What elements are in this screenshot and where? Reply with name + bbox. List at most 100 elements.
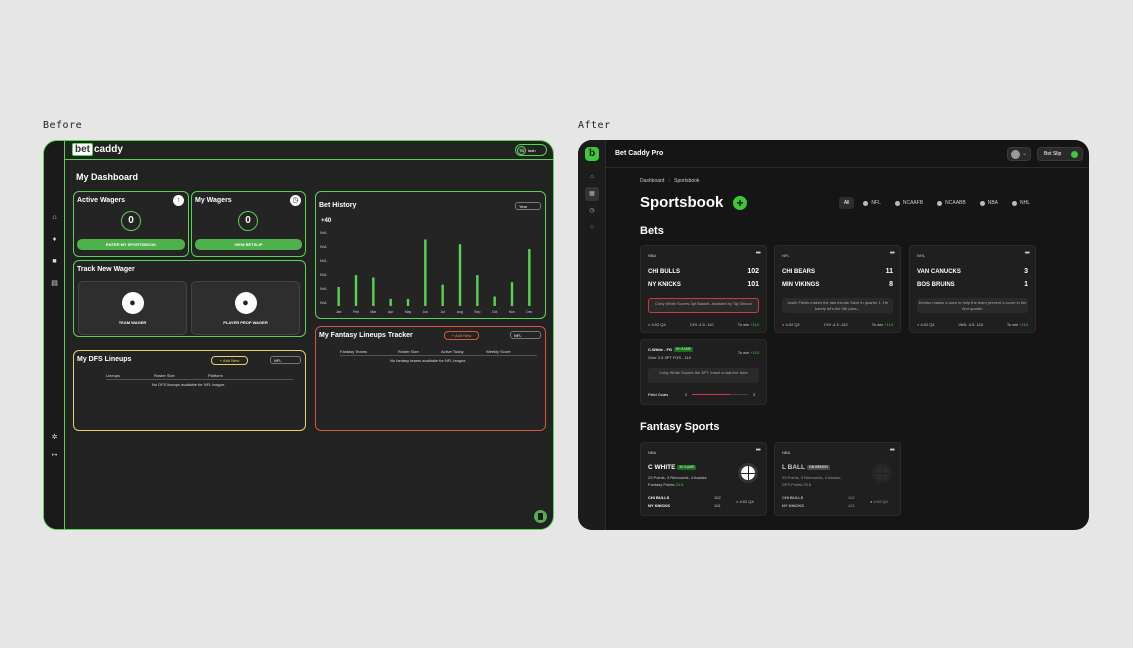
- fantasy-card[interactable]: NBA ••• C WHITE IN GAME 23 Points, 3 Rebo…: [640, 442, 767, 516]
- filter-label: NCAABB: [945, 200, 966, 206]
- game-clock: ● 4:02 Q2: [782, 322, 800, 327]
- x-tick-label: Aug: [457, 310, 463, 314]
- sportsbook-icon[interactable]: ▦: [585, 187, 599, 201]
- chart-bar[interactable]: [354, 275, 358, 306]
- bet-slip-button[interactable]: Bet Slip: [1037, 147, 1083, 161]
- history-range-select[interactable]: Year: [515, 202, 541, 210]
- more-icon[interactable]: •••: [890, 447, 895, 454]
- settings-icon[interactable]: ✲: [51, 434, 58, 441]
- stat-progress-bar: [692, 394, 748, 395]
- filter-nfl[interactable]: NFL: [858, 197, 885, 209]
- player-stats: 23 Points, 3 Rebounds, 4 Assists: [648, 475, 707, 480]
- filter-nba[interactable]: NBA: [975, 197, 1003, 209]
- fantasy-col-roster: Roster Size: [398, 349, 419, 354]
- chart-bar[interactable]: [337, 287, 340, 306]
- breadcrumb-dashboard[interactable]: Dashboard: [640, 178, 664, 184]
- chart-bar[interactable]: [510, 282, 514, 306]
- chat-fab-button[interactable]: [534, 510, 547, 523]
- bet-line: CHI -4.5 -110: [689, 322, 714, 327]
- league-label: NBA: [648, 450, 657, 455]
- chart-bar[interactable]: [406, 298, 410, 306]
- bookmark-icon[interactable]: ■: [51, 258, 58, 265]
- to-win-value: +110: [750, 322, 759, 327]
- team-name: MIN VIKINGS: [782, 282, 820, 288]
- team-score: 101: [714, 503, 721, 508]
- document-icon[interactable]: ▤: [51, 280, 58, 287]
- prop-to-win: To win +110: [738, 350, 759, 355]
- more-icon[interactable]: •••: [756, 250, 761, 257]
- prop-player: C.White - FG IN GAME: [648, 347, 693, 353]
- clock-icon[interactable]: ◷: [290, 195, 301, 206]
- to-win: To win +110: [872, 322, 893, 327]
- bet-caddy-logo[interactable]: bet caddy: [72, 143, 123, 156]
- chart-bar[interactable]: [528, 249, 531, 306]
- bet-card[interactable]: NFL ••• CHI BEARS 11 MIN VIKINGS 8 Justi…: [774, 245, 901, 333]
- filter-ncaafb[interactable]: NCAAFB: [890, 197, 928, 209]
- play-note: Coby White Scores 3pt Basket. Assisted b…: [648, 298, 759, 313]
- filter-label: NFL: [871, 200, 881, 206]
- home-icon[interactable]: ⌂: [585, 170, 599, 184]
- x-tick-label: Feb: [353, 310, 359, 314]
- bet-card[interactable]: NHL ••• VAN CANUCKS 3 BOS BRUINS 1 Demko…: [909, 245, 1036, 333]
- team-score: 1: [1024, 281, 1028, 288]
- team-name: VAN CANUCKS: [917, 269, 961, 275]
- account-menu-button[interactable]: ⌄: [1007, 147, 1031, 161]
- card-title: Track New Wager: [77, 266, 135, 273]
- chart-bar[interactable]: [389, 298, 392, 306]
- fantasy-player: C WHITE IN GAME: [648, 464, 697, 471]
- filter-all[interactable]: All: [838, 197, 855, 209]
- progress-to: 3: [753, 392, 756, 397]
- team-wager-tile[interactable]: ● TEAM WAGER: [78, 281, 187, 335]
- filter-label: NHL: [1019, 200, 1030, 206]
- y-tick-label: N/A: [320, 244, 327, 249]
- filter-label: NCAAFB: [902, 200, 924, 206]
- more-icon[interactable]: •••: [1025, 250, 1030, 257]
- league-label: NFL: [782, 253, 790, 258]
- chart-bar[interactable]: [476, 275, 479, 306]
- add-bet-button[interactable]: +: [733, 196, 747, 210]
- team-name: BOS BRUINS: [917, 282, 955, 288]
- user-menu[interactable]: TB tash: [515, 144, 547, 156]
- x-tick-label: Jan: [336, 310, 342, 314]
- filter-ncaabb[interactable]: NCAABB: [932, 197, 971, 209]
- more-icon[interactable]: •••: [756, 447, 761, 454]
- home-icon[interactable]: ⌂: [51, 214, 58, 221]
- game-clock: ● 4:02 Q4: [870, 499, 888, 504]
- player-prop-wager-tile[interactable]: ● PLAYER PROP WAGER: [191, 281, 300, 335]
- dfs-league-select[interactable]: NFL: [270, 356, 301, 364]
- page-title: Sportsbook: [640, 194, 724, 211]
- fantasy-league-select[interactable]: NFL: [510, 331, 541, 339]
- upload-icon[interactable]: ↑: [173, 195, 184, 206]
- chart-bar[interactable]: [493, 296, 496, 307]
- football-icon: [894, 200, 900, 206]
- add-dfs-button[interactable]: + Add New: [211, 356, 248, 365]
- card-title: Active Wagers: [77, 197, 125, 204]
- bell-icon[interactable]: ♦: [51, 236, 58, 243]
- filter-nhl[interactable]: NHL: [1007, 197, 1035, 209]
- to-win-label: To win: [737, 350, 750, 355]
- points-label: DFS Points: [782, 482, 803, 487]
- view-betslip-button[interactable]: VIEW BETSLIP: [195, 239, 302, 250]
- enter-sportsbook-button[interactable]: ENTER MY SPORTSBOOK: [77, 239, 185, 250]
- notification-icon[interactable]: ♢: [585, 221, 599, 235]
- chart-bar[interactable]: [441, 284, 444, 306]
- x-tick-label: Mar: [370, 310, 377, 314]
- prop-bet-card[interactable]: C.White - FG IN GAME To win +110 Over 2.5…: [640, 339, 767, 405]
- team-score: 102: [848, 495, 855, 500]
- fantasy-card[interactable]: NBA ••• L BALL ON BENCH 23 Points, 3 Rebo…: [774, 442, 901, 516]
- chart-bar[interactable]: [458, 244, 462, 306]
- points-value: 20.6: [803, 482, 812, 487]
- logout-icon[interactable]: ↦: [51, 452, 58, 459]
- chart-bar[interactable]: [372, 277, 375, 307]
- chart-bar[interactable]: [424, 239, 427, 307]
- hockey-icon: [1011, 200, 1017, 206]
- history-icon[interactable]: ◷: [585, 204, 599, 218]
- bet-card[interactable]: NBA ••• CHI BULLS 102 NY KNICKS 101 Coby…: [640, 245, 767, 333]
- active-wagers-count: 0: [121, 211, 141, 231]
- after-screen: b ⌂ ▦ ◷ ♢ Bet Caddy Pro ⌄ Bet Slip Dashb…: [578, 140, 1089, 530]
- more-icon[interactable]: •••: [890, 250, 895, 257]
- game-clock-text: 4:02 Q1: [920, 322, 935, 327]
- app-logo[interactable]: b: [585, 147, 599, 161]
- group-icon: ●: [121, 292, 144, 314]
- add-fantasy-button[interactable]: + Add New: [444, 331, 479, 340]
